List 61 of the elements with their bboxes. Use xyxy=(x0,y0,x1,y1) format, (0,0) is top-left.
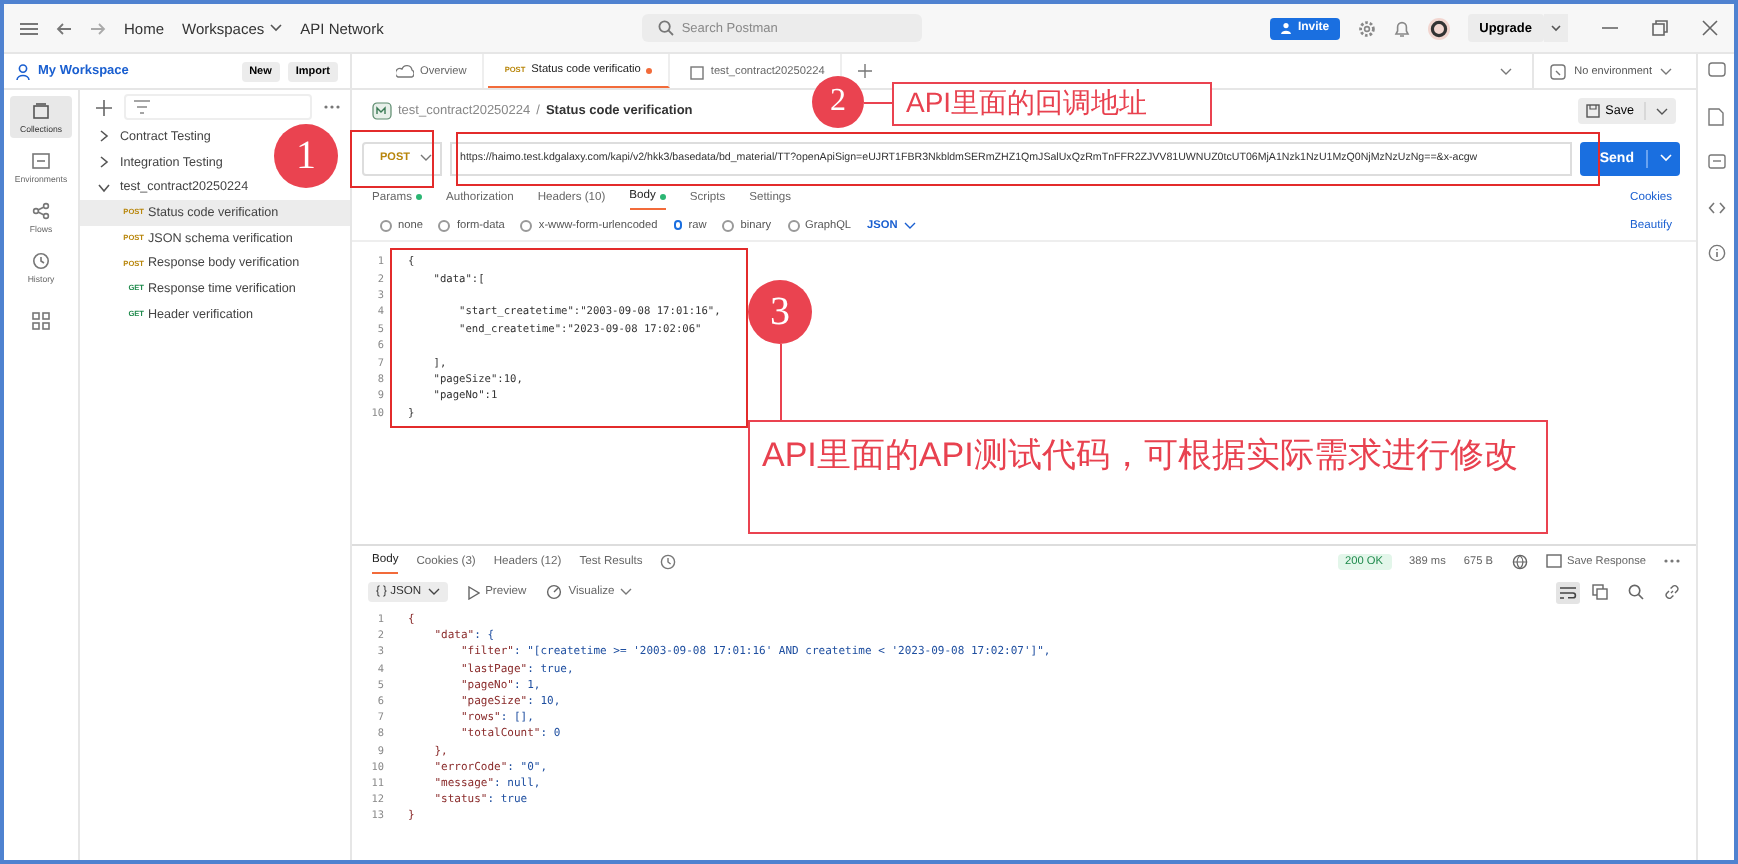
chevron-icon[interactable] xyxy=(98,130,110,143)
add-icon[interactable] xyxy=(96,99,112,115)
leader-line xyxy=(780,344,782,420)
caret-icon xyxy=(620,588,633,596)
caret-icon xyxy=(427,588,440,596)
cloud-icon xyxy=(396,64,414,78)
document-icon[interactable] xyxy=(1708,108,1724,126)
caret-icon xyxy=(1656,107,1668,115)
chevron-icon[interactable] xyxy=(98,181,110,194)
filter-icon xyxy=(134,100,150,114)
filter-field[interactable] xyxy=(124,94,312,120)
info-icon[interactable] xyxy=(1707,244,1725,262)
annotation-callout: API里面的API测试代码，可根据实际需求进行修改 xyxy=(748,420,1548,534)
person-icon xyxy=(1279,22,1292,34)
link-icon[interactable] xyxy=(1664,584,1680,600)
search-icon xyxy=(657,20,674,36)
add-icon[interactable] xyxy=(858,64,873,78)
annotation-marker: 3 xyxy=(748,280,812,344)
play-icon xyxy=(467,585,480,599)
caret-icon[interactable] xyxy=(1500,67,1513,75)
history-icon xyxy=(32,251,50,269)
search-icon[interactable] xyxy=(1628,584,1644,600)
wrap-icon[interactable] xyxy=(1556,581,1580,603)
bell-icon[interactable] xyxy=(1393,19,1410,37)
chevron-icon[interactable] xyxy=(98,156,110,169)
environment-icon xyxy=(32,151,50,169)
grid-icon[interactable] xyxy=(32,312,50,330)
avatar-icon[interactable] xyxy=(1427,17,1450,39)
collection-icon xyxy=(690,63,705,79)
annotation-callout: API里面的回调地址 xyxy=(892,82,1212,126)
more-icon[interactable] xyxy=(1664,558,1680,564)
save-icon xyxy=(1585,104,1600,118)
request-icon xyxy=(372,102,392,120)
comment-icon[interactable] xyxy=(1707,154,1725,172)
code-icon[interactable] xyxy=(1707,200,1725,216)
annotation-marker: 1 xyxy=(274,124,338,188)
collections-icon xyxy=(32,101,50,119)
caret-icon[interactable] xyxy=(1544,14,1568,42)
leader-line xyxy=(864,102,892,104)
environment-icon xyxy=(1550,63,1567,79)
flows-icon xyxy=(32,201,50,219)
restore-icon[interactable] xyxy=(1652,20,1668,36)
annotation-marker: 2 xyxy=(812,76,864,128)
more-icon[interactable] xyxy=(324,104,340,110)
copy-icon[interactable] xyxy=(1592,584,1608,600)
person-icon xyxy=(16,63,30,79)
caret-icon xyxy=(420,154,432,162)
caret-icon xyxy=(1660,67,1672,75)
gauge-icon xyxy=(546,584,563,600)
history-icon[interactable] xyxy=(660,553,677,569)
globe-icon[interactable] xyxy=(1511,553,1527,569)
caret-icon xyxy=(1660,154,1672,162)
chat-icon[interactable] xyxy=(1707,62,1725,80)
settings-icon[interactable] xyxy=(1357,19,1376,37)
menu-icon[interactable] xyxy=(20,21,38,35)
save-icon xyxy=(1545,554,1561,568)
highlight-frame xyxy=(350,130,434,188)
close-icon[interactable] xyxy=(1702,20,1718,36)
back-icon[interactable] xyxy=(56,21,72,35)
caret-icon xyxy=(903,221,916,229)
chevron-icon xyxy=(270,24,283,32)
